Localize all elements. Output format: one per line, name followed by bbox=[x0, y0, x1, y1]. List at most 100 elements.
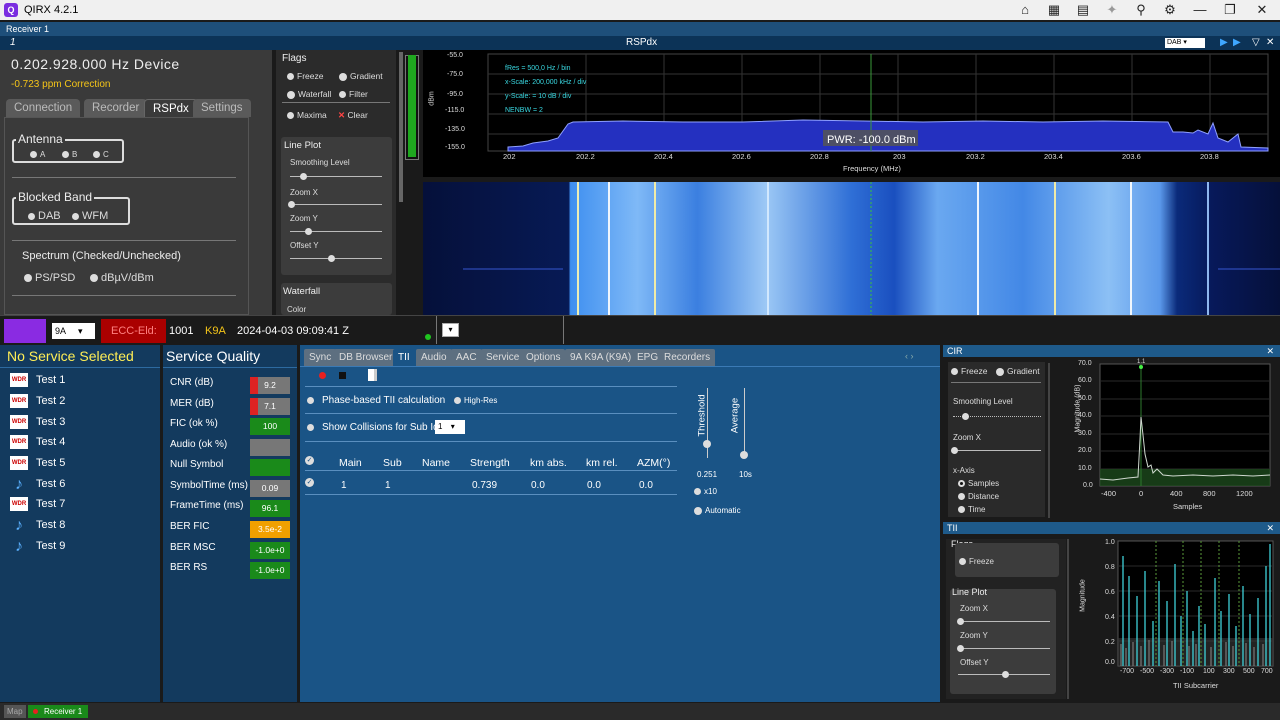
spectrum-plot[interactable]: PWR: -100.0 dBm fRes = 500,0 Hz / bin x-… bbox=[423, 50, 1280, 177]
cir-gradient-toggle[interactable]: Gradient bbox=[996, 366, 1040, 376]
col-name[interactable]: Name bbox=[422, 457, 450, 469]
minimize-icon[interactable]: — bbox=[1190, 2, 1210, 18]
forward-icon[interactable]: ▶ bbox=[1233, 36, 1241, 50]
blocked-dab-option[interactable]: DAB bbox=[28, 210, 61, 222]
service-item[interactable]: WDR Test 4 bbox=[10, 435, 155, 455]
tab-rspdx[interactable]: RSPdx bbox=[144, 99, 198, 117]
phase-based-option[interactable]: Phase-based TII calculation bbox=[307, 395, 445, 406]
flags-scrollbar[interactable] bbox=[399, 52, 403, 202]
offset-y-knob[interactable] bbox=[328, 255, 335, 262]
close-icon[interactable]: ✕ bbox=[1266, 345, 1274, 357]
service-item[interactable]: WDR Test 5 bbox=[10, 456, 155, 476]
x-axis-samples[interactable]: Samples bbox=[958, 479, 999, 488]
service-item[interactable]: WDR Test 2 bbox=[10, 394, 155, 414]
tab-options[interactable]: Options bbox=[521, 349, 566, 366]
satellite-icon[interactable]: ✦ bbox=[1102, 2, 1122, 18]
row-check-icon[interactable]: ✓ bbox=[305, 478, 314, 487]
home-icon[interactable]: ⌂ bbox=[1015, 2, 1035, 18]
antenna-option-b[interactable]: B bbox=[62, 150, 77, 159]
freeze-toggle[interactable]: Freeze bbox=[287, 71, 323, 81]
automatic-option[interactable]: Automatic bbox=[694, 506, 741, 515]
record-icon[interactable] bbox=[319, 372, 326, 379]
high-res-option[interactable]: High-Res bbox=[454, 396, 497, 405]
expand-dropdown-button[interactable]: ▾ bbox=[442, 323, 459, 337]
col-km-abs[interactable]: km abs. bbox=[530, 457, 567, 469]
tab-aac[interactable]: AAC bbox=[451, 349, 482, 366]
cir-splitter[interactable] bbox=[1048, 363, 1050, 518]
service-item[interactable]: ♪ Test 8 bbox=[10, 517, 155, 537]
maxima-toggle[interactable]: Maxima bbox=[287, 110, 327, 120]
channel-select[interactable]: 9A ▾ bbox=[52, 323, 95, 339]
waterfall-display[interactable] bbox=[423, 182, 1280, 315]
threshold-knob[interactable] bbox=[703, 440, 711, 448]
tii-splitter[interactable] bbox=[1067, 539, 1069, 699]
x-axis-time[interactable]: Time bbox=[958, 505, 985, 514]
zoom-x-knob[interactable] bbox=[288, 201, 295, 208]
service-item[interactable]: WDR Test 3 bbox=[10, 415, 155, 435]
cir-smoothing-knob[interactable] bbox=[962, 413, 969, 420]
zoom-x-slider[interactable] bbox=[290, 204, 382, 205]
zoom-y-knob[interactable] bbox=[305, 228, 312, 235]
tii-zoom-x-slider[interactable] bbox=[958, 621, 1050, 622]
smoothing-knob[interactable] bbox=[300, 173, 307, 180]
x10-option[interactable]: x10 bbox=[694, 487, 717, 496]
tii-zoom-y-knob[interactable] bbox=[957, 645, 964, 652]
close-panel-icon[interactable]: ✕ bbox=[1266, 36, 1274, 50]
offset-y-slider[interactable] bbox=[290, 258, 382, 259]
sub-id-select[interactable]: 1 ▾ bbox=[435, 420, 465, 434]
receiver-tab[interactable]: Receiver 1 bbox=[28, 705, 89, 718]
tab-recorders[interactable]: Recorders bbox=[659, 349, 716, 366]
clear-button[interactable]: ✕ Clear bbox=[338, 110, 368, 121]
tab-audio[interactable]: Audio bbox=[416, 349, 452, 366]
blocked-wfm-option[interactable]: WFM bbox=[72, 210, 108, 222]
tab-service[interactable]: Service bbox=[481, 349, 525, 366]
tii-zoom-y-slider[interactable] bbox=[958, 648, 1050, 649]
cir-freeze-toggle[interactable]: Freeze bbox=[951, 366, 987, 376]
tab-recorder[interactable]: Recorder bbox=[84, 99, 148, 117]
service-item[interactable]: WDR Test 7 bbox=[10, 497, 155, 517]
tab-connection[interactable]: Connection bbox=[6, 99, 81, 117]
show-collisions-option[interactable]: Show Collisions for Sub Id bbox=[307, 422, 439, 433]
col-sub[interactable]: Sub bbox=[383, 457, 402, 469]
dbuv-option[interactable]: dBµV/dBm bbox=[90, 272, 154, 284]
cir-zoom-x-slider[interactable] bbox=[953, 450, 1041, 451]
waterfall-toggle[interactable]: Waterfall bbox=[287, 89, 331, 99]
average-knob[interactable] bbox=[740, 451, 748, 459]
x-axis-distance[interactable]: Distance bbox=[958, 492, 999, 501]
filter-toggle[interactable]: Filter bbox=[339, 89, 368, 99]
service-item[interactable]: ♪ Test 6 bbox=[10, 476, 155, 496]
average-slider[interactable] bbox=[744, 388, 745, 458]
antenna-option-a[interactable]: A bbox=[30, 150, 45, 159]
tab-db-browser[interactable]: DB Browser bbox=[334, 349, 398, 366]
service-item[interactable]: ♪ Test 9 bbox=[10, 538, 155, 558]
col-strength[interactable]: Strength bbox=[470, 457, 510, 469]
tab-ensemble[interactable]: 9A K9A (K9A) bbox=[565, 349, 637, 366]
tab-settings[interactable]: Settings bbox=[193, 99, 251, 117]
close-icon[interactable]: ✕ bbox=[1252, 2, 1272, 18]
document-icon[interactable] bbox=[368, 369, 377, 381]
play-icon[interactable]: ▶ bbox=[1220, 36, 1228, 50]
mode-select[interactable]: DAB ▾ bbox=[1165, 38, 1205, 48]
map-icon[interactable]: ▤ bbox=[1073, 2, 1093, 18]
tii-offset-y-knob[interactable] bbox=[1002, 671, 1009, 678]
collapse-icon[interactable]: ▽ bbox=[1252, 36, 1260, 50]
stop-icon[interactable] bbox=[339, 372, 346, 379]
service-item[interactable]: WDR Test 1 bbox=[10, 373, 155, 393]
select-all-check-icon[interactable]: ✓ bbox=[305, 456, 314, 465]
layout-icon[interactable]: ▦ bbox=[1044, 2, 1064, 18]
tab-tii[interactable]: TII bbox=[393, 349, 415, 366]
gradient-toggle[interactable]: Gradient bbox=[339, 71, 383, 81]
maximize-icon[interactable]: ❐ bbox=[1220, 2, 1240, 18]
tii-freeze-toggle[interactable]: Freeze bbox=[959, 557, 994, 566]
tab-scroll-icon[interactable]: ‹ › bbox=[905, 351, 914, 361]
zoom-y-slider[interactable] bbox=[290, 231, 382, 232]
map-tab[interactable]: Map bbox=[4, 705, 26, 718]
gear-icon[interactable]: ⚙ bbox=[1160, 2, 1180, 18]
col-km-rel[interactable]: km rel. bbox=[586, 457, 618, 469]
col-azm[interactable]: AZM(°) bbox=[637, 457, 670, 469]
cir-zoom-x-knob[interactable] bbox=[951, 447, 958, 454]
antenna-option-c[interactable]: C bbox=[93, 150, 109, 159]
tab-sync[interactable]: Sync bbox=[304, 349, 337, 366]
tii-zoom-x-knob[interactable] bbox=[957, 618, 964, 625]
antenna-icon[interactable]: ⚲ bbox=[1131, 2, 1151, 18]
